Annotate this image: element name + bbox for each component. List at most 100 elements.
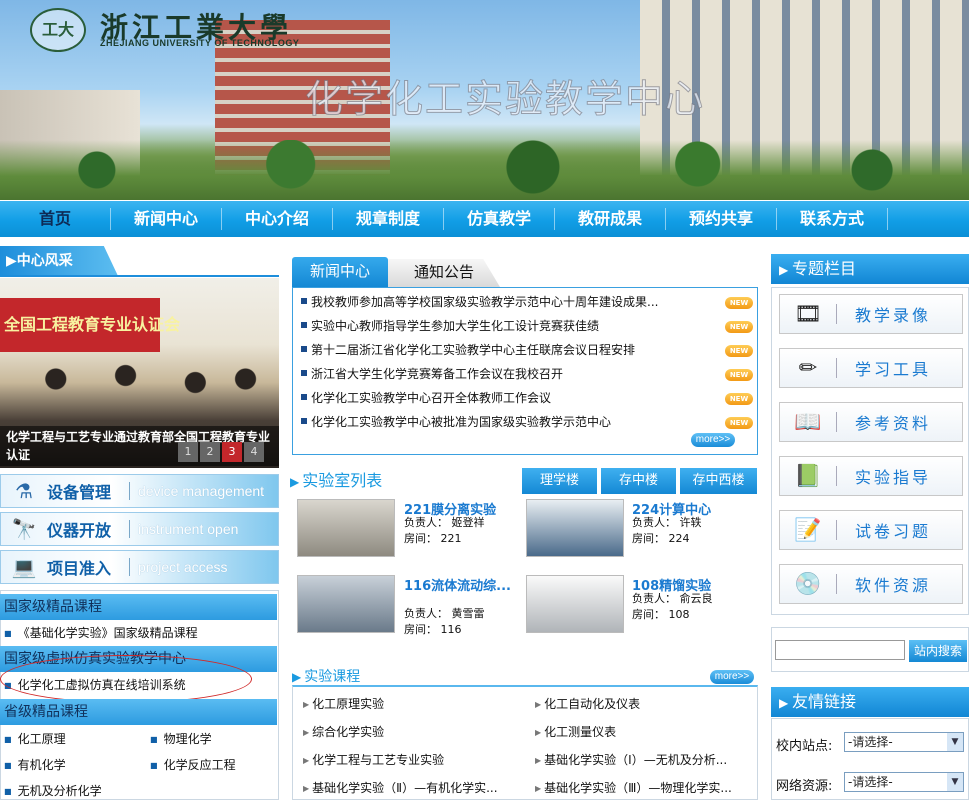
divider bbox=[836, 520, 837, 540]
lab-owner: 负责人： 黄雪雷 bbox=[404, 606, 485, 622]
topic-tools-button[interactable]: ✏ 学习工具 bbox=[779, 348, 963, 388]
provincial-course-link[interactable]: 有机化学 bbox=[4, 756, 66, 773]
book-icon: 📖 bbox=[794, 409, 822, 435]
national-course-link[interactable]: 《基础化学实验》国家级精品课程 bbox=[4, 624, 198, 641]
owner-label: 负责人： bbox=[404, 516, 448, 529]
university-seal-icon: 工大 bbox=[30, 8, 86, 52]
room-label: 房间： bbox=[632, 532, 665, 545]
room-value: 108 bbox=[668, 608, 690, 621]
pencil-ruler-icon: ✏ bbox=[798, 355, 818, 381]
courses-more-button[interactable]: more>> bbox=[710, 670, 754, 684]
course-link[interactable]: 化工测量仪表 bbox=[535, 723, 616, 740]
owner-label: 负责人： bbox=[632, 592, 676, 605]
trees-image bbox=[0, 140, 969, 200]
course-link[interactable]: 化学工程与工艺专业实验 bbox=[303, 751, 444, 768]
owner-value: 俞云良 bbox=[679, 592, 713, 605]
building-tab-cunzhong[interactable]: 存中楼 bbox=[601, 468, 676, 494]
chalkboard-icon: 📗 bbox=[794, 463, 822, 489]
pager-button[interactable]: 4 bbox=[244, 442, 264, 462]
news-item[interactable]: 浙江省大学生化学竞赛筹备工作会议在我校召开 NEW bbox=[301, 365, 753, 387]
news-title: 我校教师参加高等学校国家级实验教学示范中心十周年建设成果... bbox=[311, 295, 659, 309]
lab-room: 房间： 116 bbox=[404, 622, 462, 638]
divider bbox=[836, 574, 837, 594]
news-item[interactable]: 第十二届浙江省化学化工实验教学中心主任联席会议日程安排 NEW bbox=[301, 341, 753, 363]
bullet-icon bbox=[301, 394, 307, 400]
provincial-course-link[interactable]: 化工原理 bbox=[4, 730, 66, 747]
device-management-button[interactable]: ⚗ 设备管理 device management bbox=[0, 474, 279, 508]
course-link[interactable]: 综合化学实验 bbox=[303, 723, 384, 740]
topic-label: 学习工具 bbox=[855, 360, 932, 379]
search-panel: 站内搜索 bbox=[771, 627, 969, 672]
room-label: 房间： bbox=[632, 608, 665, 621]
lab-photo[interactable] bbox=[526, 575, 624, 633]
lab-photo[interactable] bbox=[297, 499, 395, 557]
nav-home[interactable]: 首页 bbox=[0, 208, 111, 230]
links-heading: 友情链接 bbox=[771, 687, 969, 717]
course-link[interactable]: 基础化学实验（Ⅲ）—物理化学实... bbox=[535, 779, 732, 796]
pager-button-active[interactable]: 3 bbox=[222, 442, 242, 462]
news-item[interactable]: 化学化工实验教学中心召开全体教师工作会议 NEW bbox=[301, 389, 753, 411]
film-reel-icon: 🎞 bbox=[794, 301, 822, 327]
bullet-icon bbox=[301, 346, 307, 352]
course-link[interactable]: 化工原理实验 bbox=[303, 695, 384, 712]
search-button[interactable]: 站内搜索 bbox=[909, 640, 967, 662]
nav-contact[interactable]: 联系方式 bbox=[777, 208, 888, 230]
provincial-course-link[interactable]: 物理化学 bbox=[150, 730, 212, 747]
tab-notices[interactable]: 通知公告 bbox=[388, 259, 500, 287]
room-label: 房间： bbox=[404, 532, 437, 545]
topic-software-button[interactable]: 💿 软件资源 bbox=[779, 564, 963, 604]
topic-label: 实验指导 bbox=[855, 468, 932, 487]
photo-banner-text: 全国工程教育专业认证会 bbox=[0, 298, 180, 352]
provincial-course-link[interactable]: 无机及分析化学 bbox=[4, 782, 102, 799]
lab-photo[interactable] bbox=[526, 499, 624, 557]
topic-label: 参考资料 bbox=[855, 414, 932, 433]
building-tab-lixue[interactable]: 理学楼 bbox=[522, 468, 597, 494]
bullet-icon bbox=[301, 298, 307, 304]
instrument-open-button[interactable]: 🔭 仪器开放 instrument open bbox=[0, 512, 279, 546]
nav-news[interactable]: 新闻中心 bbox=[111, 208, 222, 230]
search-input[interactable] bbox=[775, 640, 905, 660]
telescope-icon: 🔭 bbox=[11, 517, 37, 541]
provincial-course-link[interactable]: 化学反应工程 bbox=[150, 756, 236, 773]
pager-button[interactable]: 1 bbox=[178, 442, 198, 462]
exam-paper-icon: 📝 bbox=[794, 517, 822, 543]
course-link[interactable]: 基础化学实验（Ⅰ）—无机及分析... bbox=[535, 751, 727, 768]
owner-value: 姬登祥 bbox=[451, 516, 485, 529]
news-title: 浙江省大学生化学竞赛筹备工作会议在我校召开 bbox=[311, 367, 564, 381]
nav-booking[interactable]: 预约共享 bbox=[666, 208, 777, 230]
lab-name[interactable]: 116流体流动综... bbox=[404, 575, 511, 594]
news-item[interactable]: 我校教师参加高等学校国家级实验教学示范中心十周年建设成果... NEW bbox=[301, 293, 753, 315]
topic-exam-button[interactable]: 📝 试卷习题 bbox=[779, 510, 963, 550]
highlight-ellipse bbox=[0, 655, 252, 703]
topic-reference-button[interactable]: 📖 参考资料 bbox=[779, 402, 963, 442]
nav-simulation[interactable]: 仿真教学 bbox=[444, 208, 555, 230]
new-badge: NEW bbox=[725, 297, 753, 309]
campus-sites-label: 校内站点: bbox=[776, 739, 833, 754]
national-course-heading: 国家级精品课程 bbox=[0, 594, 277, 620]
links-panel: 校内站点: -请选择- 网络资源: -请选择- bbox=[771, 718, 969, 800]
topic-label: 试卷习题 bbox=[855, 522, 932, 541]
news-more-button[interactable]: more>> bbox=[691, 433, 735, 447]
lab-owner: 负责人： 许轶 bbox=[632, 515, 702, 531]
lab-photo[interactable] bbox=[297, 575, 395, 633]
campus-sites-select[interactable]: -请选择- bbox=[844, 732, 964, 752]
nav-research[interactable]: 教研成果 bbox=[555, 208, 666, 230]
topic-guide-button[interactable]: 📗 实验指导 bbox=[779, 456, 963, 496]
tab-news[interactable]: 新闻中心 bbox=[292, 257, 388, 287]
divider bbox=[129, 520, 130, 538]
topic-video-button[interactable]: 🎞 教学录像 bbox=[779, 294, 963, 334]
button-label: 仪器开放 bbox=[47, 521, 112, 540]
course-link[interactable]: 化工自动化及仪表 bbox=[535, 695, 640, 712]
project-access-button[interactable]: 💻 项目准入 project access bbox=[0, 550, 279, 584]
lab-owner: 负责人： 姬登祥 bbox=[404, 515, 485, 531]
course-link[interactable]: 基础化学实验（Ⅱ）—有机化学实... bbox=[303, 779, 497, 796]
news-item[interactable]: 化学化工实验教学中心被批准为国家级实验教学示范中心 NEW bbox=[301, 413, 753, 435]
divider bbox=[836, 466, 837, 486]
building-tab-cunzhong-west[interactable]: 存中西楼 bbox=[680, 468, 757, 494]
web-resources-select[interactable]: -请选择- bbox=[844, 772, 964, 792]
pager-button[interactable]: 2 bbox=[200, 442, 220, 462]
nav-rules[interactable]: 规章制度 bbox=[333, 208, 444, 230]
divider bbox=[836, 412, 837, 432]
nav-about[interactable]: 中心介绍 bbox=[222, 208, 333, 230]
news-item[interactable]: 实验中心教师指导学生参加大学生化工设计竞赛获佳绩 NEW bbox=[301, 317, 753, 339]
